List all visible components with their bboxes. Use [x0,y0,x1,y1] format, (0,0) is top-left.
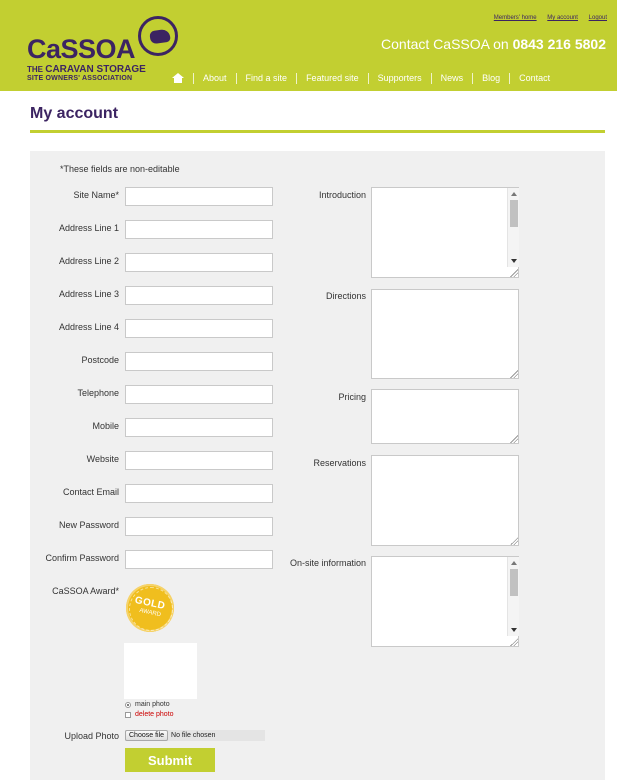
members-home-link[interactable]: Members' home [494,15,537,21]
site-header: CaSSOA THE CARAVAN STORAGE SITE OWNERS' … [0,0,617,91]
introduction-label: Introduction [318,190,366,200]
on-site-information-scrollbar[interactable] [507,557,519,636]
cassoa-logo[interactable]: CaSSOA THE CARAVAN STORAGE SITE OWNERS' … [27,16,178,84]
new-password-input[interactable] [125,517,273,536]
delete-photo-label: delete photo [135,711,174,718]
address-line-3-input[interactable] [125,286,273,305]
scroll-down-icon [511,259,517,263]
resize-grip-icon[interactable] [510,435,518,443]
scroll-thumb[interactable] [510,569,518,596]
on-site-information-label: On-site information [289,558,366,568]
scroll-up-icon [511,192,517,196]
pricing-textarea[interactable] [371,389,519,444]
home-icon [172,73,184,83]
address-line-4-input[interactable] [125,319,273,338]
logo-tagline-prefix: THE [27,65,46,74]
nav-about[interactable]: About [193,72,236,84]
mobile-input[interactable] [125,418,273,437]
page: CaSSOA THE CARAVAN STORAGE SITE OWNERS' … [0,0,617,780]
main-photo-radio[interactable] [125,701,131,708]
logo-wordmark: CaSSOA [27,34,136,64]
main-nav: About Find a site Featured site Supporte… [172,71,559,85]
contact-email-input[interactable] [125,484,273,503]
choose-file-button[interactable]: Choose file [125,730,169,741]
new-password-label: New Password [58,520,119,530]
scroll-thumb[interactable] [510,200,518,227]
nav-supporters[interactable]: Supporters [367,72,431,84]
website-input[interactable] [125,451,273,470]
pricing-label: Pricing [338,392,366,402]
contact-phone-number[interactable]: 0843 216 5802 [513,36,606,52]
nav-find-a-site[interactable]: Find a site [235,72,297,84]
directions-label: Directions [325,291,366,301]
contact-prefix: Contact CaSSOA on [381,36,513,52]
nav-contact[interactable]: Contact [509,72,559,84]
reservations-label: Reservations [313,458,366,468]
address-line-2-input[interactable] [125,253,273,272]
site-photo [124,643,197,699]
telephone-label: Telephone [77,388,119,398]
contact-email-label: Contact Email [62,487,119,497]
delete-photo-option[interactable]: delete photo [125,711,174,718]
resize-grip-icon[interactable] [510,638,518,646]
logout-link[interactable]: Logout [589,15,607,21]
scroll-down-icon [511,628,517,632]
upload-photo-input[interactable]: Choose file No file chosen [125,730,265,741]
address-line-1-input[interactable] [125,220,273,239]
award-label: CaSSOA Award* [52,586,119,596]
delete-photo-checkbox[interactable] [125,711,131,718]
main-photo-label: main photo [135,701,170,708]
logo-tagline-line2: SITE OWNERS' ASSOCIATION [27,75,133,82]
introduction-scrollbar[interactable] [507,188,519,267]
introduction-textarea[interactable] [371,187,519,278]
submit-button[interactable]: Submit [125,748,215,772]
main-photo-option[interactable]: main photo [125,701,170,708]
title-divider [30,130,605,133]
telephone-input[interactable] [125,385,273,404]
address-line-3-label: Address Line 3 [58,289,119,299]
nav-blog[interactable]: Blog [472,72,509,84]
confirm-password-label: Confirm Password [45,553,119,563]
page-title: My account [30,105,119,122]
contact-phone-line: Contact CaSSOA on 0843 216 5802 [381,36,606,52]
mobile-label: Mobile [92,421,119,431]
address-line-2-label: Address Line 2 [58,256,119,266]
postcode-input[interactable] [125,352,273,371]
upload-photo-label: Upload Photo [64,731,119,741]
postcode-label: Postcode [81,355,119,365]
confirm-password-input[interactable] [125,550,273,569]
resize-grip-icon[interactable] [510,370,518,378]
account-links: Members' home My account Logout [485,15,607,21]
on-site-information-textarea[interactable] [371,556,519,647]
nav-home[interactable] [172,73,193,83]
site-name-label: Site Name* [73,190,119,200]
nav-featured-site[interactable]: Featured site [296,72,368,84]
file-status-text: No file chosen [171,732,216,739]
resize-grip-icon[interactable] [510,269,518,277]
scroll-up-icon [511,561,517,565]
site-name-input[interactable] [125,187,273,206]
address-line-4-label: Address Line 4 [58,322,119,332]
logo-tagline-line1: CARAVAN STORAGE [45,64,146,75]
directions-textarea[interactable] [371,289,519,379]
my-account-link[interactable]: My account [547,15,578,21]
resize-grip-icon[interactable] [510,537,518,545]
website-label: Website [86,454,119,464]
nav-news[interactable]: News [430,72,473,84]
non-editable-note: *These fields are non-editable [60,164,180,174]
logo-emblem-icon [138,16,178,56]
reservations-textarea[interactable] [371,455,519,546]
address-line-1-label: Address Line 1 [58,223,119,233]
gold-award-badge-icon: GOLD AWARD [126,584,174,632]
